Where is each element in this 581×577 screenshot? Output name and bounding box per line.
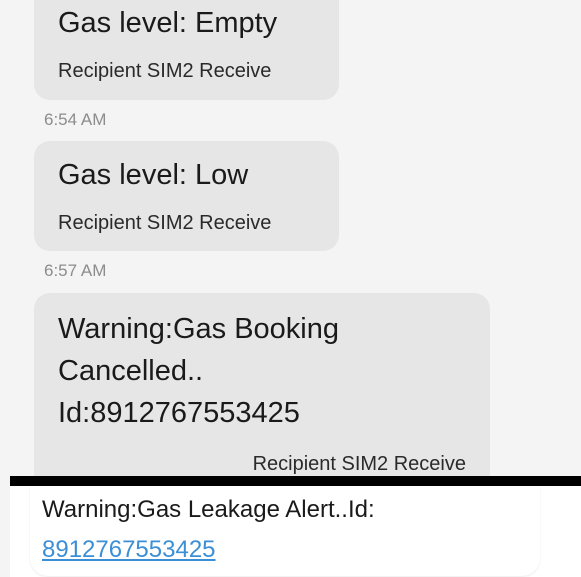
message-timestamp: 6:57 AM bbox=[44, 261, 107, 280]
message-bubble-gas-low[interactable]: Gas level: Low Recipient SIM2 Receive bbox=[34, 141, 339, 251]
sim-label: Recipient SIM2 Receive bbox=[58, 212, 272, 234]
message-bubble-leakage-alert[interactable]: Warning:Gas Leakage Alert..Id: 891276755… bbox=[30, 486, 540, 576]
message-bubble-booking-cancelled[interactable]: Warning:Gas Booking Cancelled.. Id:89127… bbox=[34, 293, 490, 493]
message-text: Gas level: Low bbox=[58, 159, 249, 191]
sim-label: Recipient SIM2 Receive bbox=[252, 453, 466, 475]
message-timestamp: 6:54 AM bbox=[44, 110, 107, 129]
message-text: Gas level: Empty bbox=[58, 7, 278, 39]
message-id-link[interactable]: 8912767553425 bbox=[42, 536, 216, 563]
sim-label: Recipient SIM2 Receive bbox=[58, 60, 272, 82]
image-divider bbox=[10, 476, 581, 486]
message-text-prefix: Warning:Gas Leakage Alert..Id: bbox=[42, 496, 375, 523]
message-text: Warning:Gas Booking Cancelled.. Id:89127… bbox=[58, 313, 340, 429]
message-text: Warning:Gas Leakage Alert..Id: 891276755… bbox=[42, 490, 375, 570]
message-bubble-gas-empty[interactable]: Gas level: Empty Recipient SIM2 Receive bbox=[34, 0, 339, 100]
